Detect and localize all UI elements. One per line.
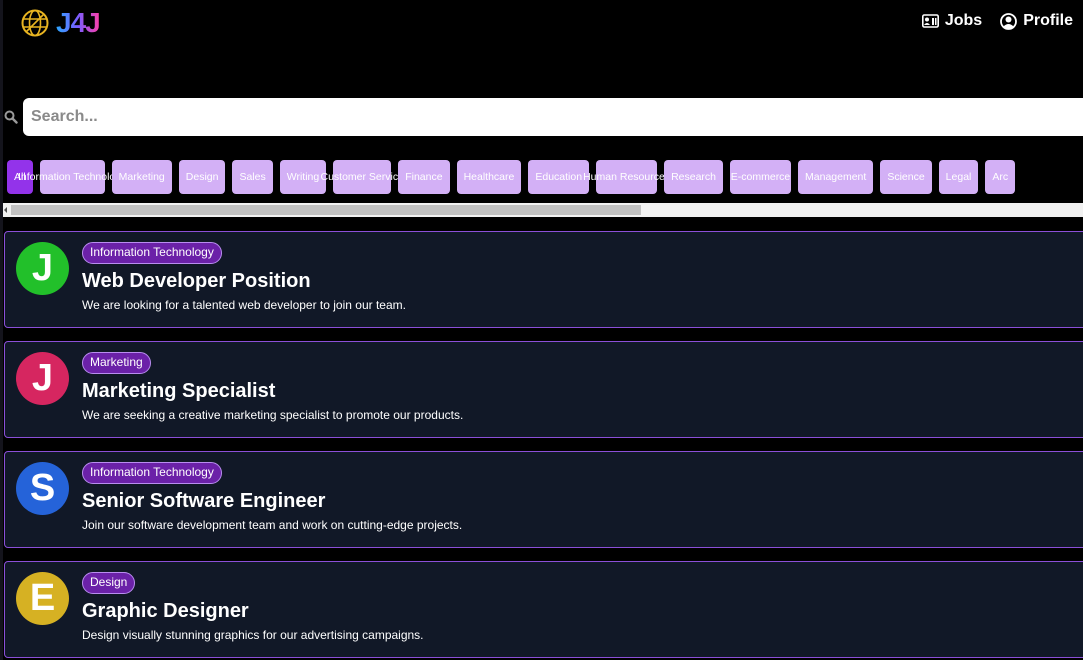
category-chip-legal[interactable]: Legal	[938, 160, 979, 194]
job-category-tag[interactable]: Information Technology	[82, 462, 222, 484]
search-bar	[0, 98, 1083, 136]
category-chip-customer-service[interactable]: Customer Service	[321, 160, 404, 194]
nav-jobs-label: Jobs	[944, 12, 983, 29]
job-card[interactable]: S Information Technology Senior Software…	[4, 451, 1083, 548]
company-avatar: S	[16, 462, 69, 515]
search-icon	[4, 110, 18, 124]
category-chip-sales[interactable]: Sales	[232, 160, 273, 194]
category-chip-ecommerce[interactable]: E-commerce	[730, 160, 792, 194]
main-nav: Jobs Profile	[921, 12, 1073, 30]
category-chip-research[interactable]: Research	[664, 160, 724, 194]
job-description: Join our software development team and w…	[82, 518, 463, 532]
job-card[interactable]: J Marketing Marketing Specialist We are …	[4, 341, 1083, 438]
header: J4J Jobs Profile	[0, 0, 1083, 50]
category-chip-writing[interactable]: Writing	[279, 160, 327, 194]
id-card-icon	[921, 14, 939, 28]
category-scrollbar[interactable]	[3, 203, 1083, 217]
user-circle-icon	[1000, 12, 1018, 30]
category-chip-education[interactable]: Education	[528, 160, 590, 194]
category-chip-science[interactable]: Science	[880, 160, 932, 194]
company-avatar: E	[16, 572, 69, 625]
job-card[interactable]: J Information Technology Web Developer P…	[4, 231, 1083, 328]
job-category-tag[interactable]: Information Technology	[82, 242, 222, 264]
category-chip-marketing[interactable]: Marketing	[111, 160, 172, 194]
category-chip-information-technology[interactable]: Information Technology	[18, 160, 126, 194]
job-card-body: Information Technology Senior Software E…	[82, 462, 1083, 532]
job-card[interactable]: E Design Graphic Designer Design visuall…	[4, 561, 1083, 658]
category-chip-human-resources[interactable]: Human Resources	[583, 160, 670, 194]
globe-icon	[21, 9, 49, 37]
job-card-body: Design Graphic Designer Design visually …	[82, 572, 1083, 642]
job-description: We are seeking a creative marketing spec…	[82, 408, 464, 422]
job-category-tag[interactable]: Design	[82, 572, 136, 594]
category-chip-healthcare[interactable]: Healthcare	[456, 160, 522, 194]
job-card-body: Marketing Marketing Specialist We are se…	[82, 352, 1083, 422]
scroll-left-arrow-icon[interactable]	[4, 207, 7, 213]
company-avatar: J	[16, 242, 69, 295]
job-card-body: Information Technology Web Developer Pos…	[82, 242, 1083, 312]
nav-profile-link[interactable]: Profile	[1000, 12, 1073, 30]
category-filter-bar: All Information Technology Marketing Des…	[7, 160, 1016, 194]
job-title[interactable]: Web Developer Position	[82, 269, 1083, 293]
job-category-tag[interactable]: Marketing	[82, 352, 151, 374]
search-input[interactable]	[23, 98, 1083, 136]
company-avatar: J	[16, 352, 69, 405]
category-chip-design[interactable]: Design	[178, 160, 226, 194]
category-chip-finance[interactable]: Finance	[398, 160, 450, 194]
nav-profile-label: Profile	[1023, 12, 1073, 29]
logo-text: J4J	[56, 7, 101, 38]
job-title[interactable]: Senior Software Engineer	[82, 489, 1083, 513]
category-chip-management[interactable]: Management	[798, 160, 874, 194]
scrollbar-thumb[interactable]	[11, 205, 641, 215]
job-title[interactable]: Marketing Specialist	[82, 379, 1083, 403]
job-description: We are looking for a talented web develo…	[82, 298, 406, 312]
nav-jobs-link[interactable]: Jobs	[921, 12, 983, 30]
job-description: Design visually stunning graphics for ou…	[82, 628, 424, 642]
job-title[interactable]: Graphic Designer	[82, 599, 1083, 623]
logo[interactable]: J4J	[20, 6, 101, 40]
category-chip-arc[interactable]: Arc	[985, 160, 1016, 194]
